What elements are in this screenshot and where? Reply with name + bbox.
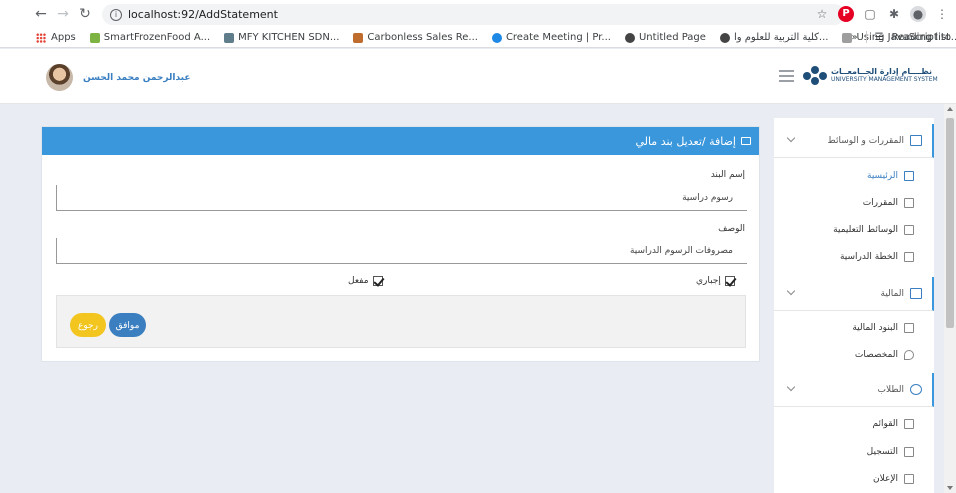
puzzle-icon[interactable]: ✱ — [886, 6, 902, 22]
scrollbar-thumb[interactable] — [946, 118, 954, 328]
info-icon[interactable]: i — [110, 8, 122, 21]
pinterest-icon[interactable]: P — [838, 6, 854, 22]
statement-form-panel: إضافة /تعديل بند مالي إسم البند رسوم درا… — [41, 126, 760, 362]
app-header: عبدالرحمن محمد الحسن نظــــام إدارة الجـ… — [0, 49, 956, 104]
list-icon — [904, 224, 914, 235]
sidebar-item-study-plan[interactable]: الخطة الدراسية — [774, 243, 934, 270]
reading-list-icon: ☰ — [874, 31, 884, 43]
panel-header: إضافة /تعديل بند مالي — [42, 127, 759, 155]
bookmark-favicon-icon — [491, 32, 502, 43]
globe-icon — [719, 32, 730, 43]
divider — [865, 31, 867, 43]
globe-icon — [624, 32, 635, 43]
page-scrollbar[interactable] — [944, 104, 956, 493]
statement-name-label: إسم البند — [710, 170, 745, 180]
browser-toolbar: ← → ↻ i localhost:92/AddStatement ☆ P ▢ … — [0, 0, 956, 28]
drop-icon — [904, 349, 914, 360]
user-profile[interactable]: عبدالرحمن محمد الحسن — [46, 64, 190, 91]
bookmark-favicon-icon — [353, 32, 364, 43]
sidebar-item-financial-statements[interactable]: البنود المالية — [774, 314, 934, 341]
sidebar-group-courses[interactable]: المقررات و الوسائط — [774, 124, 934, 158]
bookmark-favicon-icon — [224, 32, 235, 43]
sidebar-group-finance[interactable]: المالية — [774, 277, 934, 311]
bookmark-item[interactable]: Untitled Page — [624, 32, 706, 43]
apps-grid-icon — [36, 32, 46, 43]
chevron-down-icon — [786, 133, 796, 143]
logo-subtitle: UNIVERSITY MANAGEMENT SYSTEM — [831, 76, 938, 83]
panel-title: إضافة /تعديل بند مالي — [635, 134, 736, 148]
bookmark-item[interactable]: Carbonless Sales Re... — [353, 32, 478, 43]
sidebar-item-media[interactable]: الوسائط التعليمية — [774, 216, 934, 243]
list-details-icon — [910, 288, 922, 299]
chevron-down-icon — [786, 286, 796, 296]
list-icon — [904, 418, 914, 429]
description-input[interactable]: مصروفات الرسوم الدراسية — [56, 238, 747, 264]
notebook-icon — [904, 251, 914, 262]
sidebar-item-home[interactable]: الرئيسية — [774, 162, 934, 189]
money-icon — [741, 137, 751, 145]
back-button[interactable]: رجوع — [70, 313, 106, 337]
description-label: الوصف — [718, 224, 745, 234]
browser-extensions: ☆ P ▢ ✱ ● ⋮ — [814, 6, 950, 22]
users-icon — [910, 384, 922, 395]
sidebar-item-registration[interactable]: التسجيل — [774, 438, 934, 465]
bookmarks-right: » ☰ Reading list — [851, 31, 950, 43]
sidebar-item-lists[interactable]: القوائم — [774, 410, 934, 437]
logo-emblem-icon — [803, 66, 827, 86]
sidebar-group-students[interactable]: الطلاب — [774, 373, 934, 407]
notebook-icon — [904, 473, 914, 484]
hamburger-menu-icon[interactable] — [779, 70, 794, 85]
extension-icon[interactable]: ▢ — [862, 6, 878, 22]
scroll-up-icon[interactable] — [947, 107, 953, 111]
bookmarks-bar: Apps SmartFrozenFood A... MFY KITCHEN SD… — [0, 28, 956, 48]
reading-list-button[interactable]: Reading list — [892, 32, 950, 43]
bookmark-favicon-icon — [89, 32, 100, 43]
mandatory-checkbox[interactable]: إجباري — [696, 276, 735, 286]
bookmark-item[interactable]: SmartFrozenFood A... — [89, 32, 210, 43]
statement-name-input[interactable]: رسوم دراسية — [56, 185, 747, 211]
home-icon — [904, 170, 914, 181]
back-arrow-icon[interactable]: ← — [30, 6, 52, 22]
bookmark-item[interactable]: MFY KITCHEN SDN... — [224, 32, 339, 43]
pencil-icon — [904, 446, 914, 457]
more-bookmarks-button[interactable]: » — [851, 32, 857, 43]
bell-icon — [904, 322, 914, 333]
url-text: localhost:92/AddStatement — [128, 8, 278, 21]
user-name: عبدالرحمن محمد الحسن — [83, 72, 191, 83]
university-logo: نظــــام إدارة الجــامعــات UNIVERSITY M… — [803, 66, 938, 86]
bookmark-apps[interactable]: Apps — [36, 32, 76, 43]
clipboard-icon — [904, 197, 914, 208]
star-icon[interactable]: ☆ — [814, 6, 830, 22]
address-bar[interactable]: i localhost:92/AddStatement — [102, 4, 845, 25]
sidebar-item-courses[interactable]: المقررات — [774, 189, 934, 216]
chevron-down-icon — [786, 382, 796, 392]
form-actions: رجوع موافق — [56, 295, 746, 348]
sidebar-item-announcement[interactable]: الإعلان — [774, 465, 934, 492]
forward-arrow-icon[interactable]: → — [52, 6, 74, 22]
checkbox-checked-icon[interactable] — [372, 276, 383, 286]
active-checkbox[interactable]: مفعل — [348, 276, 383, 286]
menu-dots-icon[interactable]: ⋮ — [934, 6, 950, 22]
reload-icon[interactable]: ↻ — [74, 6, 96, 22]
bookmark-item[interactable]: Create Meeting | Pr... — [491, 32, 611, 43]
ok-button[interactable]: موافق — [109, 313, 146, 337]
avatar — [46, 64, 73, 91]
sidebar-item-allocations[interactable]: المخصصات — [774, 341, 934, 368]
profile-icon[interactable]: ● — [910, 6, 926, 22]
logo-title: نظــــام إدارة الجــامعــات — [831, 67, 933, 76]
checkbox-checked-icon[interactable] — [724, 276, 735, 286]
book-icon — [910, 135, 922, 146]
bookmark-item[interactable]: كلية التربية للعلوم وا... — [719, 32, 828, 43]
scroll-down-icon[interactable] — [947, 486, 953, 490]
sidebar: المقررات و الوسائط الرئيسية المقررات الو… — [774, 118, 934, 493]
